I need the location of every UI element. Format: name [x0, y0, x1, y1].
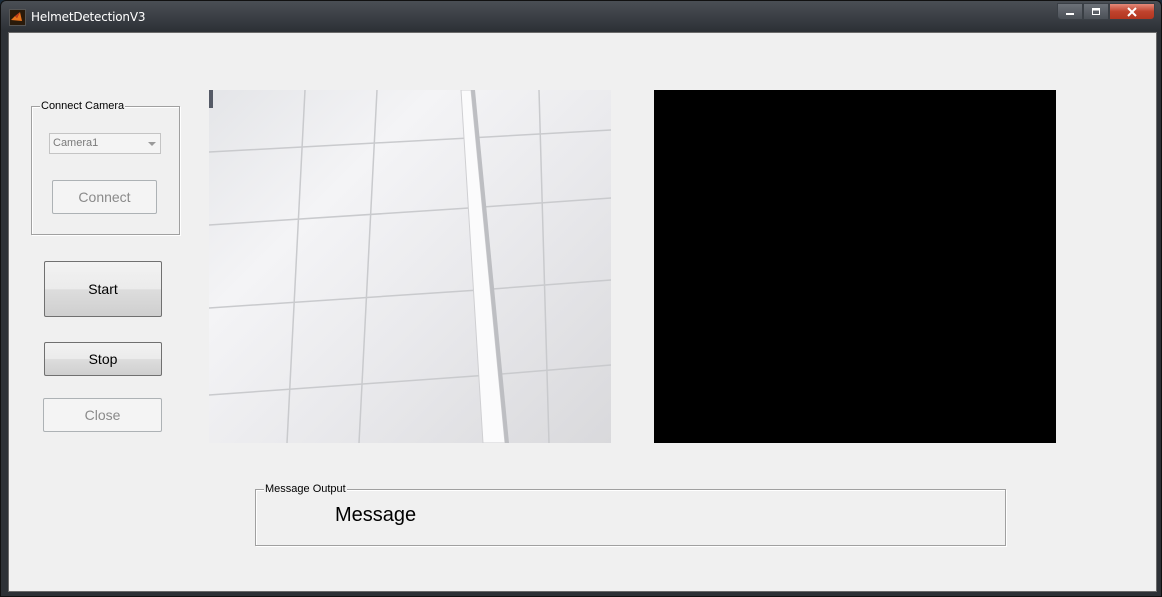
camera-select[interactable]: Camera1 [49, 133, 161, 154]
close-button-label: Close [84, 407, 121, 423]
stop-button[interactable]: Stop [44, 342, 162, 376]
detection-output-view [654, 90, 1056, 443]
minimize-icon[interactable] [1057, 3, 1083, 20]
floor-tiles-image [209, 90, 611, 443]
title-bar[interactable]: HelmetDetectionV3 [1, 1, 1161, 31]
connect-camera-title: Connect Camera [40, 99, 126, 113]
matlab-icon [9, 9, 26, 26]
chevron-down-icon [148, 142, 156, 146]
connect-button[interactable]: Connect [52, 180, 157, 214]
message-output-panel: Message Output Message [255, 482, 1006, 546]
stop-button-label: Stop [88, 351, 118, 367]
camera-preview [209, 90, 611, 443]
close-button[interactable]: Close [43, 398, 162, 432]
window-title: HelmetDetectionV3 [31, 10, 146, 24]
figure-client-area: Connect Camera Camera1 Connect Start Sto… [8, 32, 1157, 592]
connect-button-label: Connect [78, 189, 131, 205]
maximize-icon[interactable] [1083, 3, 1109, 20]
close-icon[interactable] [1109, 3, 1155, 20]
window-controls [1057, 3, 1155, 21]
message-output-title: Message Output [264, 482, 347, 496]
message-text: Message [335, 504, 417, 526]
app-window: HelmetDetectionV3 Connect Camera Camera1… [0, 0, 1162, 597]
start-button-label: Start [88, 281, 118, 297]
start-button[interactable]: Start [44, 261, 162, 317]
connect-camera-panel: Connect Camera Camera1 Connect [31, 99, 180, 235]
camera-select-value: Camera1 [53, 137, 99, 149]
